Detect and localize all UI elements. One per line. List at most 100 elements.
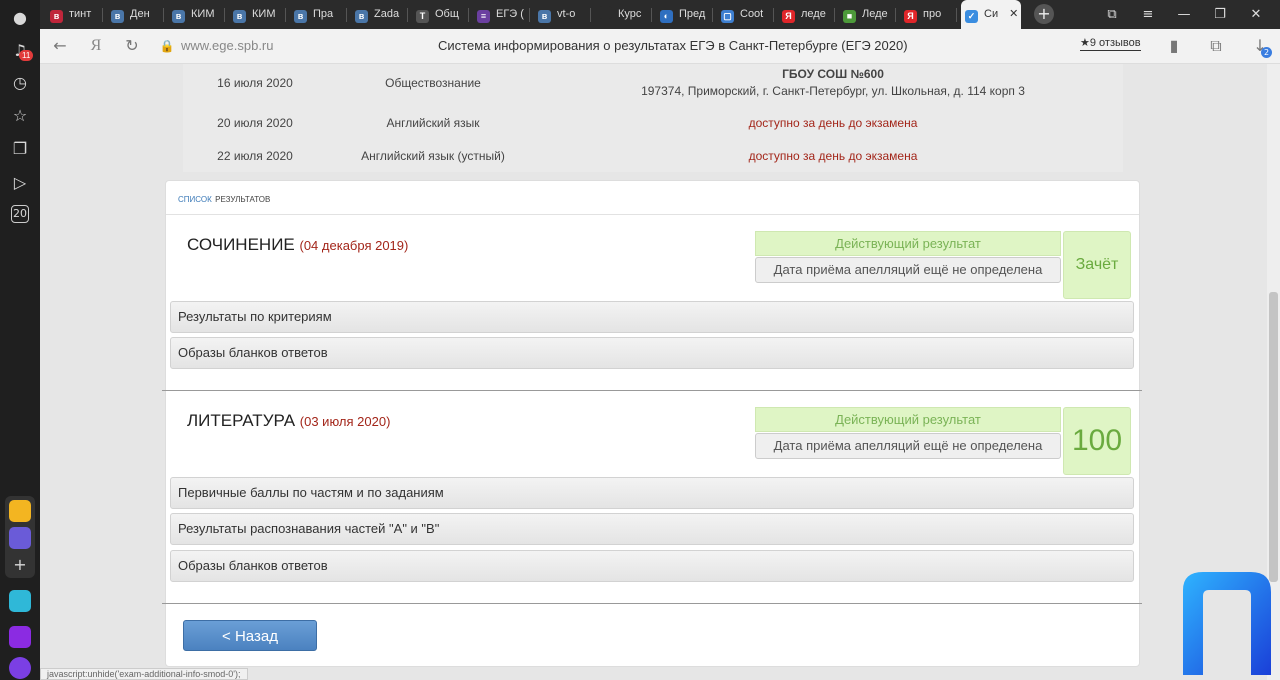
appeal-date-status: Дата приёма апелляций ещё не определена: [755, 433, 1061, 459]
music-app-icon[interactable]: [9, 626, 31, 648]
back-icon[interactable]: ←: [50, 36, 70, 56]
tab-label: тинт: [69, 8, 92, 20]
reload-icon[interactable]: ↻: [122, 36, 142, 56]
bookmark-icon[interactable]: ▮: [1164, 36, 1184, 56]
browser-tab[interactable]: в vt-o: [534, 0, 589, 29]
browser-tab[interactable]: в Пра: [290, 0, 345, 29]
close-tab-icon[interactable]: ✕: [1006, 8, 1018, 20]
chat-icon: ▢: [721, 10, 734, 23]
exam-date: 20 июля 2020: [217, 116, 293, 130]
exam-result-date: (04 декабря 2019): [299, 238, 409, 253]
accordion-criteria-results[interactable]: Результаты по критериям: [170, 301, 1134, 333]
tab-separator: [834, 8, 835, 22]
tab-separator: [529, 8, 530, 22]
tab-label: Пра: [313, 8, 334, 20]
exam-result-title: ЛИТЕРАТУРА (03 июля 2020): [187, 411, 390, 431]
tab-separator: [651, 8, 652, 22]
history-icon[interactable]: ◷: [9, 72, 31, 94]
maximize-icon[interactable]: ❐: [1202, 0, 1238, 29]
lock-icon[interactable]: 🔒: [157, 36, 177, 56]
tab-label: леде: [801, 8, 826, 20]
status-badge: Действующий результат: [755, 231, 1061, 256]
tab-label: Coot: [740, 8, 764, 20]
vk-icon: в: [355, 10, 368, 23]
tabs-overview-icon[interactable]: ⧉: [1094, 0, 1130, 29]
browser-tab[interactable]: ▢ Coot: [717, 0, 772, 29]
exam-subject: Обществознание: [385, 76, 481, 90]
exam-place-note: доступно за день до экзамена: [748, 116, 918, 130]
tab-label: Си: [984, 8, 999, 20]
exam-place-address: 197374, Приморский, г. Санкт-Петербург, …: [641, 84, 1025, 98]
extensions-icon[interactable]: ⧉: [1206, 36, 1226, 56]
exam-name: СОЧИНЕНИЕ: [187, 235, 295, 254]
add-app-icon[interactable]: +: [9, 554, 31, 576]
tab-bar: + ⧉ ≡ — ❐ ✕ в тинт в Ден в КИМ в КИМ в Пра в Zada T О…: [40, 0, 1280, 29]
maps-app-icon[interactable]: [9, 590, 31, 612]
reviews-link[interactable]: ★9 отзывов: [1080, 36, 1141, 51]
accordion-answer-forms[interactable]: Образы бланков ответов: [170, 337, 1134, 369]
box-icon: ■: [843, 10, 856, 23]
page-content: 16 июля 2020 Обществознание ГБОУ СОШ №60…: [40, 64, 1267, 680]
browser-tab[interactable]: ✓ Си ✕: [961, 0, 1021, 29]
browser-tab[interactable]: в КИМ: [229, 0, 284, 29]
accordion-recognition-results[interactable]: Результаты распознавания частей "А" и "В…: [170, 513, 1134, 545]
vk-icon: в: [50, 10, 63, 23]
collections-icon[interactable]: ❐: [9, 138, 31, 160]
browser-tab[interactable]: T Общ: [412, 0, 467, 29]
tab-label: Ден: [130, 8, 150, 20]
url-text[interactable]: www.ege.spb.ru: [181, 38, 274, 53]
results-header-a: список: [178, 191, 212, 205]
star-icon[interactable]: ☆: [9, 105, 31, 127]
browser-tab[interactable]: Курс: [595, 0, 650, 29]
profile-icon[interactable]: ●: [9, 7, 31, 29]
zen-icon[interactable]: 20: [11, 205, 29, 223]
browser-sidebar: ● ♫ 11 ◷ ☆ ❐ ▷ 20 +: [0, 0, 40, 680]
close-window-icon[interactable]: ✕: [1238, 0, 1274, 29]
minimize-icon[interactable]: —: [1166, 0, 1202, 29]
new-tab-button[interactable]: +: [1034, 4, 1054, 24]
tab-label: vt-o: [557, 8, 576, 20]
video-icon[interactable]: ▷: [9, 172, 31, 194]
flag-icon: ◐: [660, 10, 673, 23]
check-icon: ✓: [965, 10, 978, 23]
tab-separator: [895, 8, 896, 22]
mail-app-icon[interactable]: [9, 500, 31, 522]
tab-label: Пред: [679, 8, 706, 20]
tab-separator: [956, 8, 957, 22]
browser-tab[interactable]: ■ Леде: [839, 0, 894, 29]
accordion-primary-scores[interactable]: Первичные баллы по частям и по заданиям: [170, 477, 1134, 509]
alice-app-icon[interactable]: [9, 657, 31, 679]
messenger-app-icon[interactable]: [9, 527, 31, 549]
browser-tab[interactable]: Яледе: [778, 0, 833, 29]
browser-tab[interactable]: в КИМ: [168, 0, 223, 29]
yandex-icon: Я: [782, 10, 795, 23]
browser-tab[interactable]: ≡ ЕГЭ (: [473, 0, 528, 29]
tab-separator: [468, 8, 469, 22]
tab-separator: [102, 8, 103, 22]
browser-tab[interactable]: в Ден: [107, 0, 162, 29]
tab-label: Zada: [374, 8, 400, 20]
results-header-text: список результатов: [178, 191, 270, 205]
vk-icon: в: [233, 10, 246, 23]
browser-tab[interactable]: в тинт: [46, 0, 101, 29]
results-header-b: результатов: [215, 191, 271, 205]
tab-label: КИМ: [252, 8, 276, 20]
exam-score: 100: [1063, 407, 1131, 475]
back-button[interactable]: < Назад: [183, 620, 317, 651]
appeal-date-status: Дата приёма апелляций ещё не определена: [755, 257, 1061, 283]
tab-label: КИМ: [191, 8, 215, 20]
list-icon: ≡: [477, 10, 490, 23]
exam-subject: Английский язык (устный): [361, 149, 505, 163]
scrollbar-thumb[interactable]: [1269, 292, 1278, 582]
exam-result-title: СОЧИНЕНИЕ (04 декабря 2019): [187, 235, 408, 255]
exam-place-note: доступно за день до экзамена: [748, 149, 918, 163]
accordion-answer-forms[interactable]: Образы бланков ответов: [170, 550, 1134, 582]
vk-icon: в: [538, 10, 551, 23]
browser-tab[interactable]: Япро: [900, 0, 955, 29]
browser-tab[interactable]: ◐ Пред: [656, 0, 711, 29]
browser-tab[interactable]: в Zada: [351, 0, 406, 29]
notification-badge: 11: [19, 50, 34, 61]
yandex-icon[interactable]: Я: [86, 36, 106, 56]
menu-icon[interactable]: ≡: [1130, 0, 1166, 29]
tab-separator: [407, 8, 408, 22]
